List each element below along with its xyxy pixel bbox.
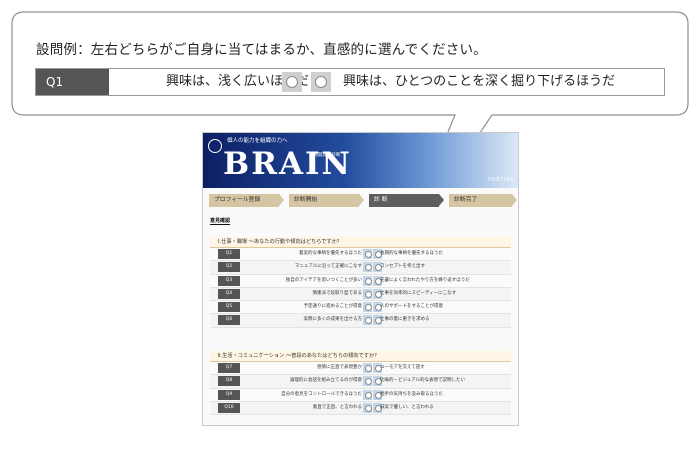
question-number: Q1 [218, 249, 240, 259]
radio-circle-icon [364, 391, 372, 399]
right-statement: 人のサポートをすることが得意 [380, 304, 443, 310]
question-number: Q9 [218, 389, 240, 400]
step-start: 診断開始 [289, 194, 364, 207]
radio-left[interactable] [363, 315, 372, 326]
radio-circle-icon [315, 76, 327, 88]
right-statement: 仕事を効率的にスピーディーにこなす [380, 290, 457, 296]
fortina-logo: FORTINA [488, 177, 514, 183]
left-statement: 慎重派で段取り型である [312, 290, 362, 296]
question-number: Q1 [36, 69, 109, 95]
right-statement: 先輩によく言われたやり方を繰り返すほうだ [380, 277, 470, 283]
radio-right[interactable] [311, 72, 331, 92]
left-statement: 予定通りに進めることが得意 [303, 304, 363, 310]
radio-left[interactable] [363, 262, 372, 273]
question-row: Q4 慎重派で段取り型である 仕事を効率的にスピーディーにこなす [210, 287, 511, 302]
left-statement: 着実的な事柄を優先するほうだ [299, 251, 362, 256]
radio-left[interactable] [363, 275, 372, 286]
right-statement: ユーモアを交えて話す [380, 365, 425, 370]
brand-banner: 個人の能力を組織の力へ BRAIN 社員開発・診断 FORTINA [203, 133, 518, 188]
left-statement: 素直で正直、と言われる [312, 404, 362, 410]
question-number: Q4 [218, 288, 240, 299]
radio-circle-icon [364, 378, 372, 386]
right-statement: 相手の気持ちを汲み取るほうだ [380, 391, 443, 397]
example-instruction: 設問例：左右どちらがご自身に当てはまるか、直感的に選んでください。 [36, 42, 487, 58]
radio-circle-icon [364, 317, 372, 325]
example-question-row: Q1 興味は、浅く広いほうだ 興味は、ひとつのことを深く掘り下げるほうだ [35, 68, 665, 96]
step-diagnosis: 診 断 [369, 194, 444, 207]
radio-left[interactable] [363, 288, 372, 299]
compass-logo-icon [208, 139, 222, 153]
right-statement: 長期的な事柄を優先するほうだ [380, 251, 443, 256]
question-number: Q2 [218, 262, 240, 273]
left-statement: マニュアルに沿って正確にこなす [294, 264, 362, 270]
section-header: Ⅱ.生活・コミュニケーション 〜普段のあなたはどちらの傾向ですか？ [210, 351, 511, 362]
left-statement: 独自のアイデアを思いつくことが多い [285, 277, 362, 283]
right-statement: 誠実で優しい、と言われる [380, 404, 434, 410]
radio-circle-icon [286, 76, 298, 88]
question-number: Q5 [218, 302, 240, 313]
radio-circle-icon [364, 290, 372, 298]
section-communication: Ⅱ.生活・コミュニケーション 〜普段のあなたはどちらの傾向ですか？ Q7 感情に… [210, 351, 511, 416]
step-complete: 診断完了 [449, 194, 517, 207]
brand-subtitle: 社員開発・診断 [309, 153, 341, 158]
banner-tagline: 個人の能力を組織の力へ [227, 138, 288, 144]
radio-circle-icon [364, 304, 372, 312]
question-row: Q1 着実的な事柄を優先するほうだ 長期的な事柄を優先するほうだ [210, 248, 511, 262]
question-row: Q8 論理的に会話を組み立てるのが得意 比喩的・ビジュアル的な表現で説明したい [210, 375, 511, 389]
right-statement: 比喩的・ビジュアル的な表現で説明したい [380, 378, 466, 384]
radio-left[interactable] [363, 402, 372, 413]
radio-left[interactable] [363, 376, 372, 387]
question-row: Q6 実際に多くの成果を出せる方 仕事の量に重きを求める [210, 314, 511, 328]
progress-steps: プロフィール登録 診断開始 診 断 診断完了 [209, 194, 517, 207]
question-row: Q7 感情に正直で表現豊か ユーモアを交えて話す [210, 362, 511, 376]
question-row: Q2 マニュアルに沿って正確にこなす コンセプトを考え出す [210, 261, 511, 275]
question-row: Q5 予定通りに進めることが得意 人のサポートをすることが得意 [210, 301, 511, 315]
question-row: Q10 素直で正直、と言われる 誠実で優しい、と言われる [210, 401, 511, 416]
radio-circle-icon [364, 365, 372, 372]
question-row: Q9 自分の意見をコントロールできるほうだ 相手の気持ちを汲み取るほうだ [210, 388, 511, 402]
section-work: Ⅰ.仕事・職場 〜あなたの行動や傾向はどちらですか？ Q1 着実的な事柄を優先す… [210, 237, 511, 328]
left-statement: 自分の意見をコントロールできるほうだ [281, 391, 362, 397]
right-statement: コンセプトを考え出す [380, 264, 425, 270]
radio-circle-icon [364, 277, 372, 285]
question-number: Q3 [218, 275, 240, 286]
question-right-statement: 興味は、ひとつのことを深く掘り下げるほうだ [343, 74, 616, 89]
area-title: 意見確認 [210, 218, 231, 225]
question-number: Q7 [218, 363, 240, 373]
section-header: Ⅰ.仕事・職場 〜あなたの行動や傾向はどちらですか？ [210, 237, 511, 248]
left-statement: 論理的に会話を組み立てるのが得意 [290, 378, 362, 384]
radio-circle-icon [364, 264, 372, 272]
radio-circle-icon [364, 404, 372, 412]
question-number: Q8 [218, 376, 240, 387]
radio-left[interactable] [363, 363, 372, 373]
radio-left[interactable] [282, 72, 302, 92]
diagnosis-app-screenshot: 個人の能力を組織の力へ BRAIN 社員開発・診断 FORTINA プロフィール… [202, 132, 519, 426]
radio-circle-icon [364, 251, 372, 258]
question-row: Q3 独自のアイデアを思いつくことが多い 先輩によく言われたやり方を繰り返すほう… [210, 274, 511, 288]
radio-left[interactable] [363, 389, 372, 400]
left-statement: 実際に多くの成果を出せる方 [303, 317, 363, 323]
left-statement: 感情に正直で表現豊か [317, 365, 362, 370]
question-number: Q6 [218, 315, 240, 326]
right-statement: 仕事の量に重きを求める [380, 317, 430, 323]
radio-left[interactable] [363, 302, 372, 313]
radio-left[interactable] [363, 249, 372, 259]
question-number: Q10 [218, 402, 240, 413]
step-profile: プロフィール登録 [209, 194, 284, 207]
